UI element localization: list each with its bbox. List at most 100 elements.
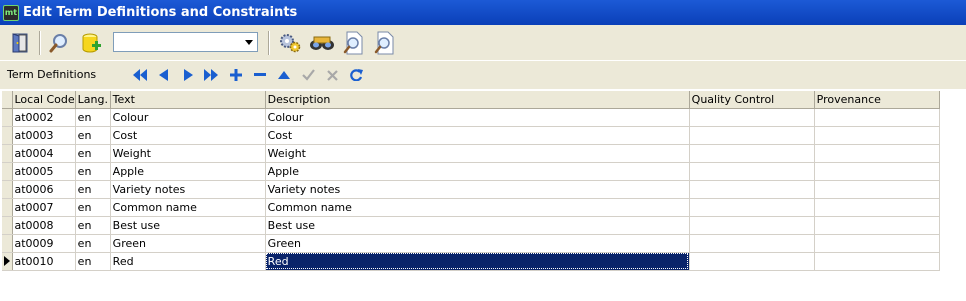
- table-row[interactable]: at0002 en Colour Colour: [2, 108, 940, 127]
- row-indicator[interactable]: [2, 180, 13, 199]
- chevron-down-icon[interactable]: [240, 33, 257, 51]
- cell-quality-control[interactable]: [689, 162, 815, 181]
- column-header-local-code[interactable]: Local Code: [12, 91, 76, 109]
- cell-lang[interactable]: en: [75, 144, 111, 163]
- zoom-page-alt-icon[interactable]: [370, 29, 398, 57]
- cell-quality-control[interactable]: [689, 216, 815, 235]
- binoculars-icon[interactable]: [308, 29, 336, 57]
- current-row-indicator-icon[interactable]: [2, 252, 13, 271]
- term-filter-combo[interactable]: [113, 32, 258, 52]
- cell-provenance[interactable]: [814, 144, 940, 163]
- table-row[interactable]: at0004 en Weight Weight: [2, 144, 940, 163]
- cell-text[interactable]: Apple: [110, 162, 266, 181]
- table-row[interactable]: at0008 en Best use Best use: [2, 216, 940, 235]
- row-indicator[interactable]: [2, 216, 13, 235]
- cell-local-code[interactable]: at0004: [12, 144, 76, 163]
- column-header-lang[interactable]: Lang.: [75, 91, 111, 109]
- table-row-current[interactable]: at0010 en Red Red: [2, 252, 940, 271]
- row-indicator[interactable]: [2, 198, 13, 217]
- settings-gears-icon[interactable]: [276, 29, 304, 57]
- row-indicator[interactable]: [2, 108, 13, 127]
- cell-lang[interactable]: en: [75, 180, 111, 199]
- cell-lang[interactable]: en: [75, 234, 111, 253]
- row-indicator[interactable]: [2, 162, 13, 181]
- cell-description[interactable]: Weight: [265, 144, 690, 163]
- cell-text[interactable]: Cost: [110, 126, 266, 145]
- search-icon[interactable]: [45, 29, 73, 57]
- cell-description[interactable]: Best use: [265, 216, 690, 235]
- cell-provenance[interactable]: [814, 126, 940, 145]
- cell-text[interactable]: Variety notes: [110, 180, 266, 199]
- cell-provenance[interactable]: [814, 216, 940, 235]
- first-record-icon[interactable]: [132, 67, 148, 83]
- cell-quality-control[interactable]: [689, 234, 815, 253]
- cell-provenance[interactable]: [814, 180, 940, 199]
- toolbar-separator: [39, 31, 41, 55]
- cell-local-code[interactable]: at0008: [12, 216, 76, 235]
- cell-text[interactable]: Best use: [110, 216, 266, 235]
- cell-text[interactable]: Common name: [110, 198, 266, 217]
- cell-lang[interactable]: en: [75, 126, 111, 145]
- delete-record-icon[interactable]: [252, 67, 268, 83]
- cell-quality-control[interactable]: [689, 126, 815, 145]
- cell-description[interactable]: Green: [265, 234, 690, 253]
- cell-local-code[interactable]: at0006: [12, 180, 76, 199]
- table-row[interactable]: at0007 en Common name Common name: [2, 198, 940, 217]
- last-record-icon[interactable]: [203, 67, 219, 83]
- cell-provenance[interactable]: [814, 198, 940, 217]
- insert-record-icon[interactable]: [228, 67, 244, 83]
- cell-quality-control[interactable]: [689, 180, 815, 199]
- cell-provenance[interactable]: [814, 252, 940, 271]
- row-indicator[interactable]: [2, 234, 13, 253]
- window-title: Edit Term Definitions and Constraints: [23, 5, 298, 20]
- table-row[interactable]: at0009 en Green Green: [2, 234, 940, 253]
- cell-text[interactable]: Colour: [110, 108, 266, 127]
- cell-description[interactable]: Variety notes: [265, 180, 690, 199]
- cell-lang[interactable]: en: [75, 108, 111, 127]
- cell-local-code[interactable]: at0005: [12, 162, 76, 181]
- cell-description[interactable]: Colour: [265, 108, 690, 127]
- cell-quality-control[interactable]: [689, 252, 815, 271]
- row-indicator-header: [2, 91, 13, 109]
- cell-local-code[interactable]: at0002: [12, 108, 76, 127]
- table-row[interactable]: at0003 en Cost Cost: [2, 126, 940, 145]
- cell-lang[interactable]: en: [75, 162, 111, 181]
- cell-text[interactable]: Weight: [110, 144, 266, 163]
- cell-local-code[interactable]: at0007: [12, 198, 76, 217]
- edit-record-icon[interactable]: [276, 67, 292, 83]
- cell-local-code[interactable]: at0003: [12, 126, 76, 145]
- cell-description[interactable]: Common name: [265, 198, 690, 217]
- cell-provenance[interactable]: [814, 108, 940, 127]
- cell-text[interactable]: Red: [110, 252, 266, 271]
- column-header-description[interactable]: Description: [265, 91, 690, 109]
- column-header-text[interactable]: Text: [110, 91, 266, 109]
- column-header-quality-control[interactable]: Quality Control: [689, 91, 815, 109]
- cell-lang[interactable]: en: [75, 252, 111, 271]
- table-row[interactable]: at0005 en Apple Apple: [2, 162, 940, 181]
- next-record-icon[interactable]: [180, 67, 196, 83]
- cell-local-code[interactable]: at0009: [12, 234, 76, 253]
- cell-description-selected[interactable]: Red: [265, 252, 690, 271]
- row-indicator[interactable]: [2, 144, 13, 163]
- cell-provenance[interactable]: [814, 162, 940, 181]
- zoom-page-icon[interactable]: [339, 29, 367, 57]
- column-header-provenance[interactable]: Provenance: [814, 91, 940, 109]
- cell-quality-control[interactable]: [689, 144, 815, 163]
- row-indicator[interactable]: [2, 126, 13, 145]
- cell-provenance[interactable]: [814, 234, 940, 253]
- cell-quality-control[interactable]: [689, 198, 815, 217]
- cell-local-code[interactable]: at0010: [12, 252, 76, 271]
- refresh-icon[interactable]: [348, 67, 364, 83]
- cell-lang[interactable]: en: [75, 198, 111, 217]
- table-row[interactable]: at0006 en Variety notes Variety notes: [2, 180, 940, 199]
- add-database-icon[interactable]: [77, 29, 105, 57]
- title-bar[interactable]: mt Edit Term Definitions and Constraints: [0, 0, 966, 25]
- cell-text[interactable]: Green: [110, 234, 266, 253]
- prior-record-icon[interactable]: [156, 67, 172, 83]
- cell-description[interactable]: Cost: [265, 126, 690, 145]
- cell-quality-control[interactable]: [689, 108, 815, 127]
- cell-lang[interactable]: en: [75, 216, 111, 235]
- term-definitions-grid[interactable]: Local Code Lang. Text Description Qualit…: [2, 91, 940, 271]
- exit-door-icon[interactable]: [7, 29, 35, 57]
- cell-description[interactable]: Apple: [265, 162, 690, 181]
